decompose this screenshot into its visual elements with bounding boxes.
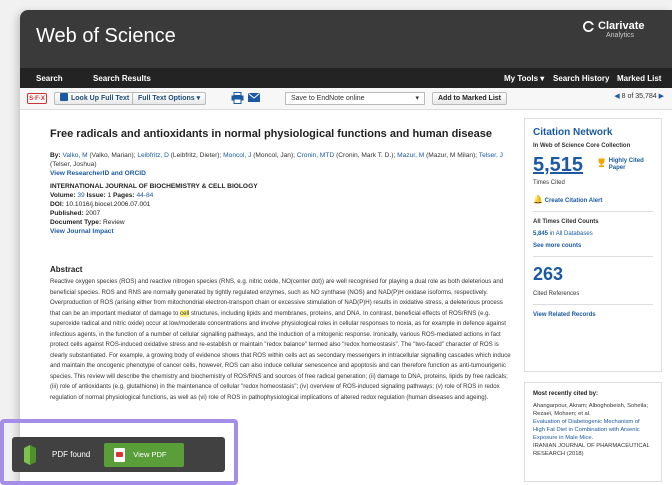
recently-cited-heading: Most recently cited by: (533, 391, 599, 397)
abstract-part: structures, including lipids and membran… (50, 309, 511, 401)
published-value: 2007 (85, 210, 101, 217)
add-to-marked-list-button[interactable]: Add to Marked List (432, 92, 508, 105)
sfx-button[interactable]: S·F·X (27, 93, 47, 104)
main-nav: Search Search Results My Tools ▾ Search … (20, 68, 672, 88)
volume-value: 39 (77, 192, 85, 199)
doi-value: 10.1016/j.biocel.2006.07.001 (65, 201, 151, 208)
trophy-icon (598, 158, 605, 168)
pages-label: Pages: (112, 192, 135, 199)
brand-sub: Analytics (606, 32, 635, 39)
doi-label: DOI: (50, 201, 64, 208)
all-databases-value: 5,845 (533, 231, 549, 237)
next-record-icon[interactable]: ▶ (659, 93, 664, 100)
abstract-text: Reactive oxygen species (ROS) and reacti… (50, 277, 512, 403)
cited-references-count[interactable]: 263 (533, 264, 653, 285)
nav-search-results[interactable]: Search Results (93, 74, 151, 83)
app-header: Web of Science Clarivate Analytics (20, 10, 672, 68)
published-label: Published: (50, 210, 84, 217)
nav-search[interactable]: Search (36, 74, 63, 83)
issue-label: Issue: (86, 192, 106, 199)
author-link[interactable]: Mazur, M (397, 152, 424, 159)
citation-network-panel: Citation Network In Web of Science Core … (524, 118, 662, 372)
create-citation-alert-link[interactable]: 🔔 Create Citation Alert (533, 195, 653, 204)
citing-article-title[interactable]: Evaluation of Diabetogenic Mechanism of … (533, 418, 653, 442)
author-full-name: (Valko, Marian); (89, 152, 136, 159)
all-databases-label: in All Databases (549, 231, 593, 237)
author-full-name: (Cronin, Mark T. D.); (336, 152, 396, 159)
author-list: By: Valko, M (Valko, Marian); Leibfritz,… (50, 151, 510, 178)
abstract-heading: Abstract (50, 265, 83, 274)
document-type-label: Document Type: (50, 219, 102, 226)
print-icon[interactable] (231, 92, 244, 106)
record-toolbar: S·F·X Look Up Full Text Full Text Option… (20, 88, 672, 110)
pdf-found-toast: PDF found View PDF (12, 437, 225, 472)
look-up-icon (60, 93, 68, 101)
highly-cited-badge: Highly Cited Paper (597, 158, 645, 172)
citing-authors: Ahangarpour, Akram; Alboghobeish, Soheil… (533, 403, 649, 417)
issue-value: 1 (107, 192, 112, 199)
divider (533, 256, 653, 257)
all-counts-heading: All Times Cited Counts (533, 219, 599, 225)
brand-name: Clarivate (598, 20, 645, 32)
by-label: By: (50, 152, 61, 159)
look-up-full-text-label: Look Up Full Text (71, 95, 130, 102)
previous-record-icon[interactable]: ◀ (614, 93, 619, 100)
recently-cited-panel: Most recently cited by: Ahangarpour, Akr… (524, 382, 662, 482)
author-full-name-wrap: Milan); (457, 152, 478, 159)
save-option-value: Save to EndNote online (291, 95, 365, 102)
author-link[interactable]: Moncol, J (223, 152, 251, 159)
full-text-options-button[interactable]: Full Text Options ▾ (132, 92, 207, 105)
create-citation-alert-label: Create Citation Alert (544, 198, 603, 204)
highly-cited-label: Highly Cited Paper (608, 158, 644, 171)
journal-impact-link[interactable]: View Journal Impact (50, 227, 258, 236)
journal-name[interactable]: INTERNATIONAL JOURNAL OF BIOCHEMISTRY & … (50, 182, 258, 191)
author-full-name: (Telser, Joshua) (50, 161, 97, 168)
see-more-counts-link[interactable]: See more counts (533, 243, 653, 249)
author-full-name: (Leibfritz, Dieter); (170, 152, 222, 159)
nav-marked-list[interactable]: Marked List (617, 74, 661, 83)
nav-search-history[interactable]: Search History (553, 74, 609, 83)
pdf-icon (114, 447, 126, 462)
browser-window: Web of Science Clarivate Analytics Searc… (20, 10, 672, 485)
article-title: Free radicals and antioxidants in normal… (50, 128, 492, 140)
researcher-id-link[interactable]: View ResearcherID and ORCID (50, 170, 146, 177)
app-title[interactable]: Web of Science (36, 25, 176, 48)
author-full-name: (Moncol, Jan); (253, 152, 295, 159)
times-cited-count[interactable]: 5,515 (533, 154, 583, 177)
citation-network-title: Citation Network (533, 127, 613, 138)
times-cited-label: Times Cited (533, 180, 565, 186)
divider (533, 211, 653, 212)
view-related-records-link[interactable]: View Related Records (533, 312, 653, 318)
highlighted-term: cell (180, 309, 190, 317)
all-databases-count[interactable]: 5,845 in All Databases (533, 231, 653, 237)
clarivate-logo-icon (583, 21, 594, 32)
core-collection-label: In Web of Science Core Collection (533, 143, 631, 149)
cited-references-label: Cited References (533, 291, 580, 297)
clarivate-logo[interactable]: Clarivate Analytics (583, 21, 644, 39)
look-up-full-text-button[interactable]: Look Up Full Text (54, 92, 136, 105)
view-pdf-label: View PDF (133, 450, 167, 459)
bell-icon: 🔔 (533, 195, 543, 204)
nav-my-tools[interactable]: My Tools ▾ (504, 74, 544, 83)
leaf-logo-icon (24, 444, 36, 465)
email-icon[interactable] (248, 93, 260, 104)
pages-value: 44-84 (136, 192, 154, 199)
author-link[interactable]: Telser, J (479, 152, 503, 159)
divider (533, 304, 653, 305)
save-options-select[interactable]: Save to EndNote online ▾ (285, 92, 425, 105)
citing-source: IRANIAN JOURNAL OF PHARMACEUTICAL RESEAR… (533, 443, 650, 457)
view-pdf-button[interactable]: View PDF (104, 442, 185, 467)
record-pager: ◀ 8 of 35,784 ▶ (614, 92, 664, 100)
author-link[interactable]: Leibfritz, D (137, 152, 169, 159)
pdf-found-label: PDF found (52, 450, 91, 459)
author-full-name: (Mazur, M (426, 152, 456, 159)
chevron-down-icon: ▾ (415, 95, 419, 102)
source-metadata: INTERNATIONAL JOURNAL OF BIOCHEMISTRY & … (50, 182, 258, 236)
author-link[interactable]: Cronin, MTD (297, 152, 334, 159)
volume-label: Volume: (50, 192, 76, 199)
document-type-value: Review (103, 219, 125, 226)
author-link[interactable]: Valko, M (62, 152, 87, 159)
pager-text: 8 of 35,784 (621, 93, 657, 100)
